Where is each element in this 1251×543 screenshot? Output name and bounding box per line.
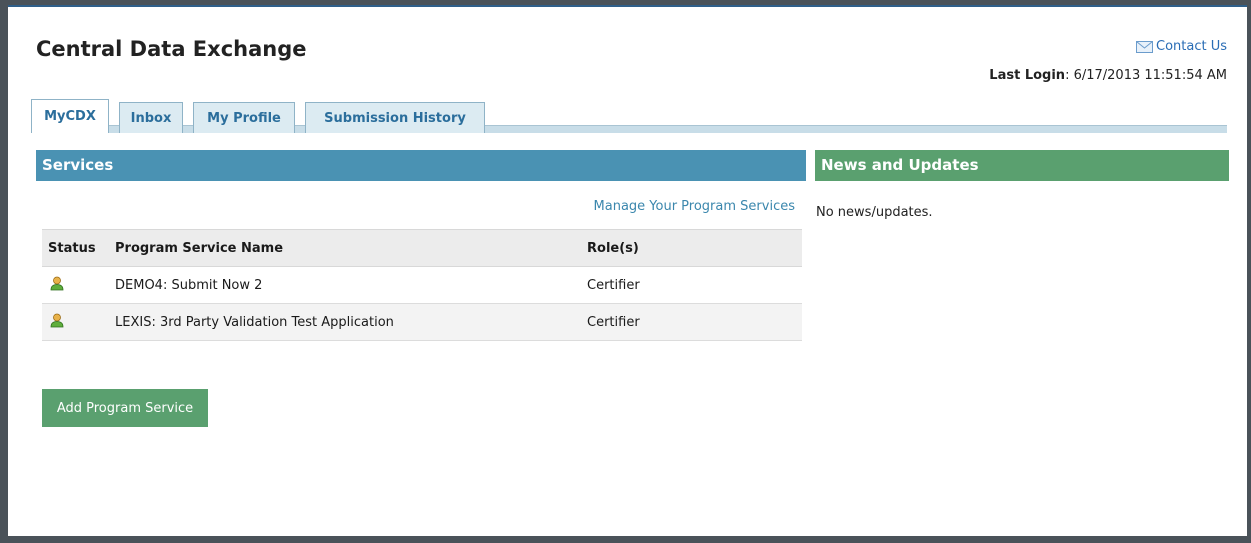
main-tabs: MyCDX Inbox My Profile Submission Histor…: [31, 99, 1227, 133]
program-service-name: DEMO4: Submit Now 2: [109, 266, 581, 304]
last-login: Last Login: 6/17/2013 11:51:54 AM: [989, 68, 1227, 83]
table-row[interactable]: LEXIS: 3rd Party Validation Test Applica…: [42, 303, 802, 341]
table-row[interactable]: DEMO4: Submit Now 2 Certifier: [42, 266, 802, 304]
status-cell: [42, 266, 109, 304]
status-cell: [42, 303, 109, 341]
manage-program-services-link[interactable]: Manage Your Program Services: [594, 199, 795, 214]
tab-inbox[interactable]: Inbox: [119, 102, 183, 133]
tab-mycdx[interactable]: MyCDX: [31, 99, 109, 133]
tab-submission-history[interactable]: Submission History: [305, 102, 485, 133]
last-login-label: Last Login: [989, 68, 1066, 83]
column-header-program-service-name: Program Service Name: [109, 229, 581, 267]
add-program-service-button[interactable]: Add Program Service: [42, 389, 208, 427]
tab-my-profile[interactable]: My Profile: [193, 102, 295, 133]
user-active-icon: [50, 276, 64, 295]
app-window: Central Data Exchange Contact Us Last Lo…: [8, 5, 1247, 536]
table-header-row: Status Program Service Name Role(s): [42, 229, 802, 267]
news-heading: News and Updates: [815, 150, 1229, 181]
column-header-roles: Role(s): [581, 229, 802, 267]
app-title: Central Data Exchange: [36, 37, 307, 61]
role-cell: Certifier: [581, 266, 802, 304]
contact-us-link[interactable]: Contact Us: [1136, 39, 1227, 54]
program-services-table: Status Program Service Name Role(s) DEMO…: [42, 229, 802, 341]
last-login-value: : 6/17/2013 11:51:54 AM: [1065, 68, 1227, 83]
envelope-icon: [1136, 40, 1153, 53]
news-empty-message: No news/updates.: [816, 205, 933, 220]
role-cell: Certifier: [581, 303, 802, 341]
user-active-icon: [50, 313, 64, 332]
column-header-status: Status: [42, 229, 109, 267]
contact-us-label: Contact Us: [1156, 39, 1227, 54]
program-service-name: LEXIS: 3rd Party Validation Test Applica…: [109, 303, 581, 341]
services-heading: Services: [36, 150, 806, 181]
